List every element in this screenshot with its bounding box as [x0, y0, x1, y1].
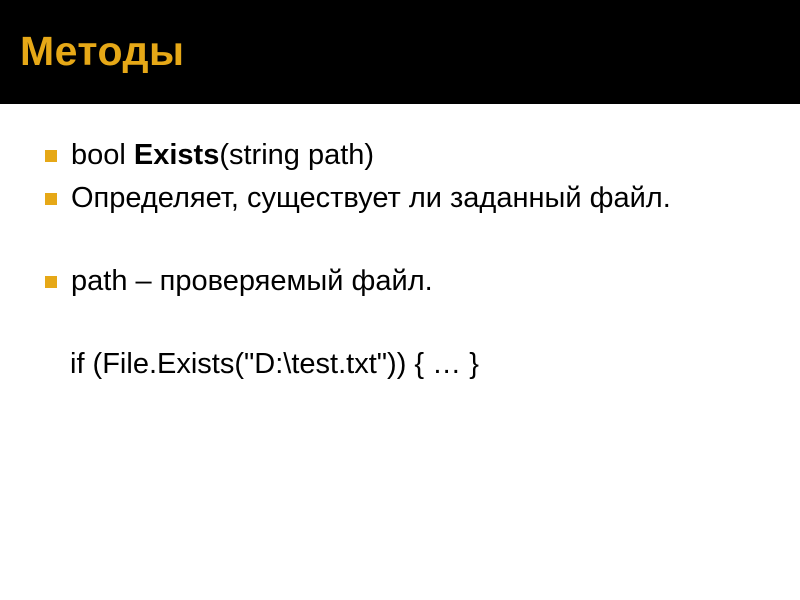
slide-content: bool Exists(string path) Определяет, сущ…: [0, 104, 800, 405]
bullet-icon: [45, 276, 57, 288]
spacer: [45, 305, 755, 345]
list-item: bool Exists(string path): [45, 136, 755, 175]
list-item-text: path – проверяемый файл.: [71, 262, 433, 301]
list-item: Определяет, существует ли заданный файл.: [45, 179, 755, 218]
list-item: path – проверяемый файл.: [45, 262, 755, 301]
slide-title: Методы: [20, 28, 780, 75]
text-bold: Exists: [134, 139, 219, 171]
spacer: [45, 222, 755, 262]
list-item-text: Определяет, существует ли заданный файл.: [71, 179, 671, 218]
code-line: if (File.Exists("D:\test.txt")) { … }: [70, 345, 755, 384]
list-item-text: bool Exists(string path): [71, 136, 374, 175]
text-prefix: bool: [71, 139, 134, 171]
bullet-icon: [45, 150, 57, 162]
text-suffix: (string path): [219, 139, 374, 171]
bullet-icon: [45, 193, 57, 205]
slide-header: Методы: [0, 0, 800, 101]
